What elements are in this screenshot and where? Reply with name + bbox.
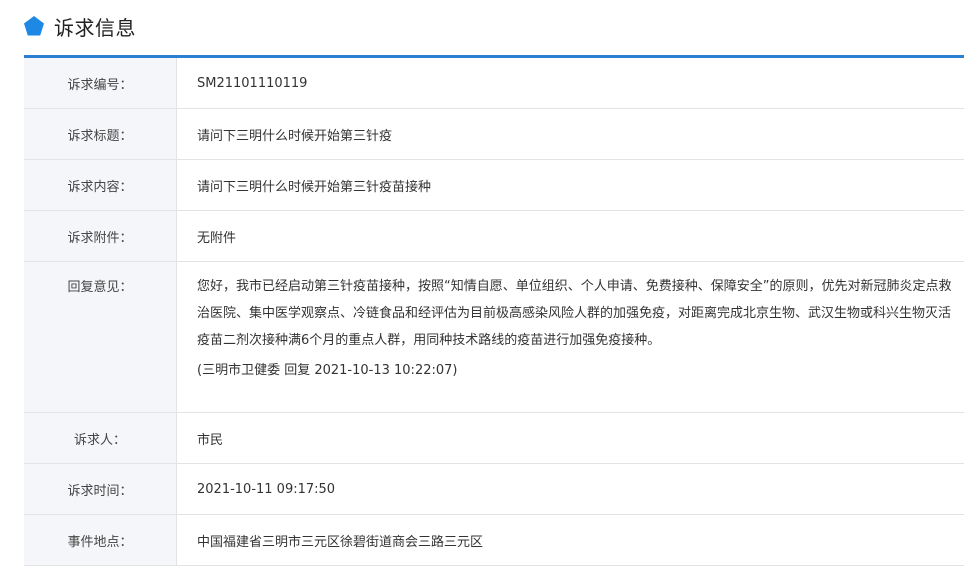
time-label: 诉求时间： <box>24 463 177 515</box>
row-attachment: 诉求附件： 无附件 <box>24 210 964 262</box>
person-label: 诉求人： <box>24 412 177 464</box>
id-value: SM21101110119 <box>176 58 964 109</box>
reply-text: 您好，我市已经启动第三针疫苗接种，按照“知情自愿、单位组织、个人申请、免费接种、… <box>197 279 952 348</box>
section-header: 诉求信息 <box>23 10 136 42</box>
id-label: 诉求编号： <box>24 58 177 109</box>
reply-cell: 您好，我市已经启动第三针疫苗接种，按照“知情自愿、单位组织、个人申请、免费接种、… <box>176 261 964 413</box>
content-label: 诉求内容： <box>24 159 177 211</box>
row-subject: 诉求标题： 请问下三明什么时候开始第三针疫 <box>24 108 964 160</box>
row-time: 诉求时间： 2021-10-11 09:17:50 <box>24 463 964 515</box>
person-value: 市民 <box>176 412 964 464</box>
row-reply: 回复意见： 您好，我市已经启动第三针疫苗接种，按照“知情自愿、单位组织、个人申请… <box>24 261 964 413</box>
pentagon-icon <box>24 16 44 36</box>
row-id: 诉求编号： SM21101110119 <box>24 58 964 109</box>
appeal-info-table: 诉求编号： SM21101110119 诉求标题： 请问下三明什么时候开始第三针… <box>24 55 964 566</box>
attachment-value: 无附件 <box>176 210 964 262</box>
subject-value: 请问下三明什么时候开始第三针疫 <box>176 108 964 160</box>
content-value: 请问下三明什么时候开始第三针疫苗接种 <box>176 159 964 211</box>
location-label: 事件地点： <box>24 514 177 566</box>
attachment-label: 诉求附件： <box>24 210 177 262</box>
reply-label: 回复意见： <box>24 261 177 413</box>
row-person: 诉求人： 市民 <box>24 412 964 464</box>
reply-meta: (三明市卫健委 回复 2021-10-13 10:22:07) <box>197 363 458 378</box>
row-location: 事件地点： 中国福建省三明市三元区徐碧街道商会三路三元区 <box>24 514 964 566</box>
section-title: 诉求信息 <box>54 15 136 40</box>
location-value: 中国福建省三明市三元区徐碧街道商会三路三元区 <box>176 514 964 566</box>
row-content: 诉求内容： 请问下三明什么时候开始第三针疫苗接种 <box>24 159 964 211</box>
subject-label: 诉求标题： <box>24 108 177 160</box>
time-value: 2021-10-11 09:17:50 <box>176 463 964 515</box>
